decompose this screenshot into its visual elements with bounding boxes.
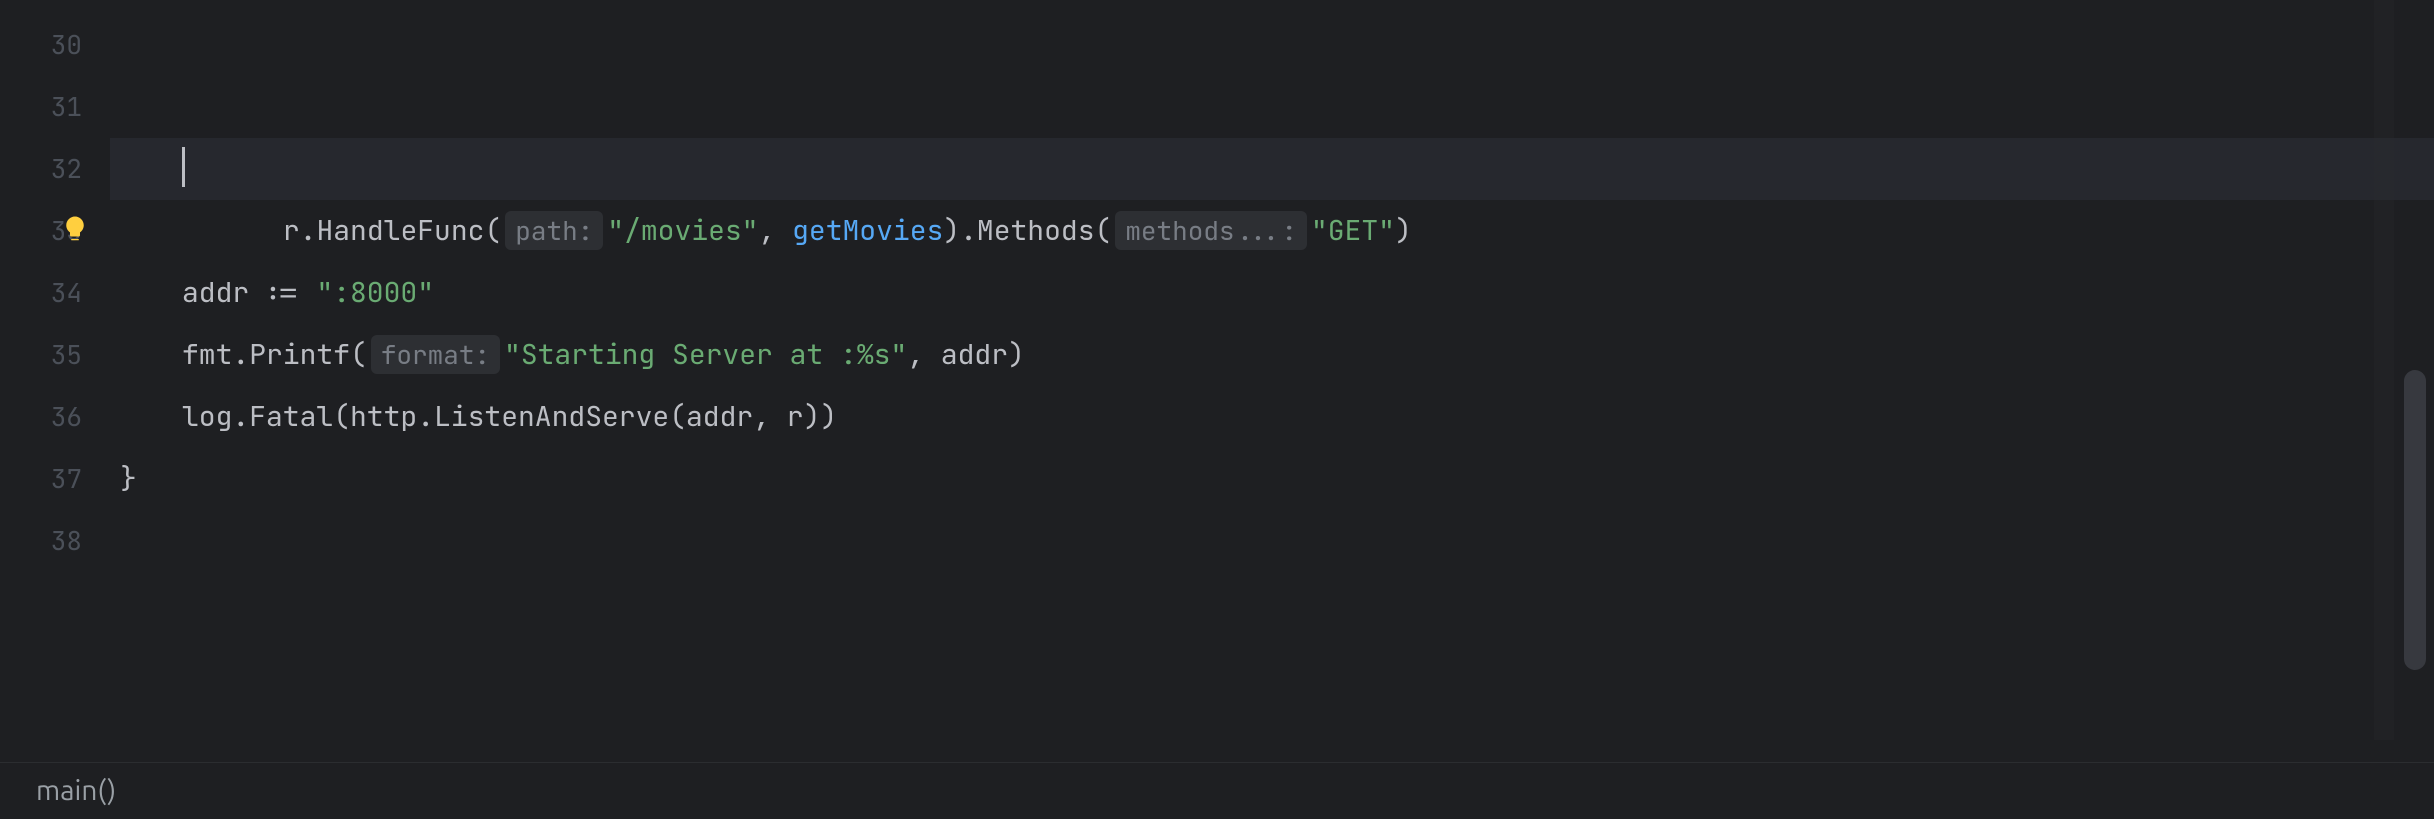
overview-ruler	[2374, 0, 2394, 740]
inlay-hint-format: format:	[371, 335, 500, 374]
line-number: 37	[0, 448, 82, 510]
line-number: 36	[0, 386, 82, 448]
lightbulb-icon[interactable]	[60, 90, 90, 120]
code-line[interactable]: r.HandleFunc(path:"/movies", getMovies).…	[110, 76, 2434, 138]
breadcrumb-bar[interactable]: main()	[0, 762, 2434, 818]
breadcrumb-item[interactable]: main()	[36, 775, 116, 806]
code-token-string: "Starting Server at :%s"	[504, 336, 907, 373]
code-token: fmt.Printf(	[182, 336, 367, 373]
code-line[interactable]	[110, 14, 2434, 76]
line-number: 30	[0, 14, 82, 76]
code-line[interactable]: addr := ":8000"	[110, 262, 2434, 324]
line-number: 38	[0, 510, 82, 572]
scrollbar-thumb[interactable]	[2404, 370, 2426, 670]
code-token: log.Fatal(http.ListenAndServe(addr, r))	[182, 398, 837, 435]
code-line[interactable]: fmt.Printf(format:"Starting Server at :%…	[110, 324, 2434, 386]
text-cursor	[182, 147, 185, 187]
code-area[interactable]: r.HandleFunc(path:"/movies", getMovies).…	[110, 0, 2434, 740]
code-line-current[interactable]	[110, 138, 2434, 200]
code-editor[interactable]: 30 31 32 33 34 35 36 37 38 r.HandleFunc(…	[0, 0, 2434, 740]
code-token: }	[120, 460, 137, 497]
line-number-gutter: 30 31 32 33 34 35 36 37 38	[0, 0, 110, 740]
code-token: , addr)	[907, 336, 1025, 373]
code-line[interactable]	[110, 200, 2434, 262]
code-line[interactable]	[110, 510, 2434, 572]
code-token: addr :=	[182, 274, 316, 311]
scrollbar-track[interactable]	[2402, 0, 2426, 740]
code-line[interactable]: log.Fatal(http.ListenAndServe(addr, r))	[110, 386, 2434, 448]
code-token-string: ":8000"	[316, 274, 434, 311]
code-line[interactable]: }	[110, 448, 2434, 510]
